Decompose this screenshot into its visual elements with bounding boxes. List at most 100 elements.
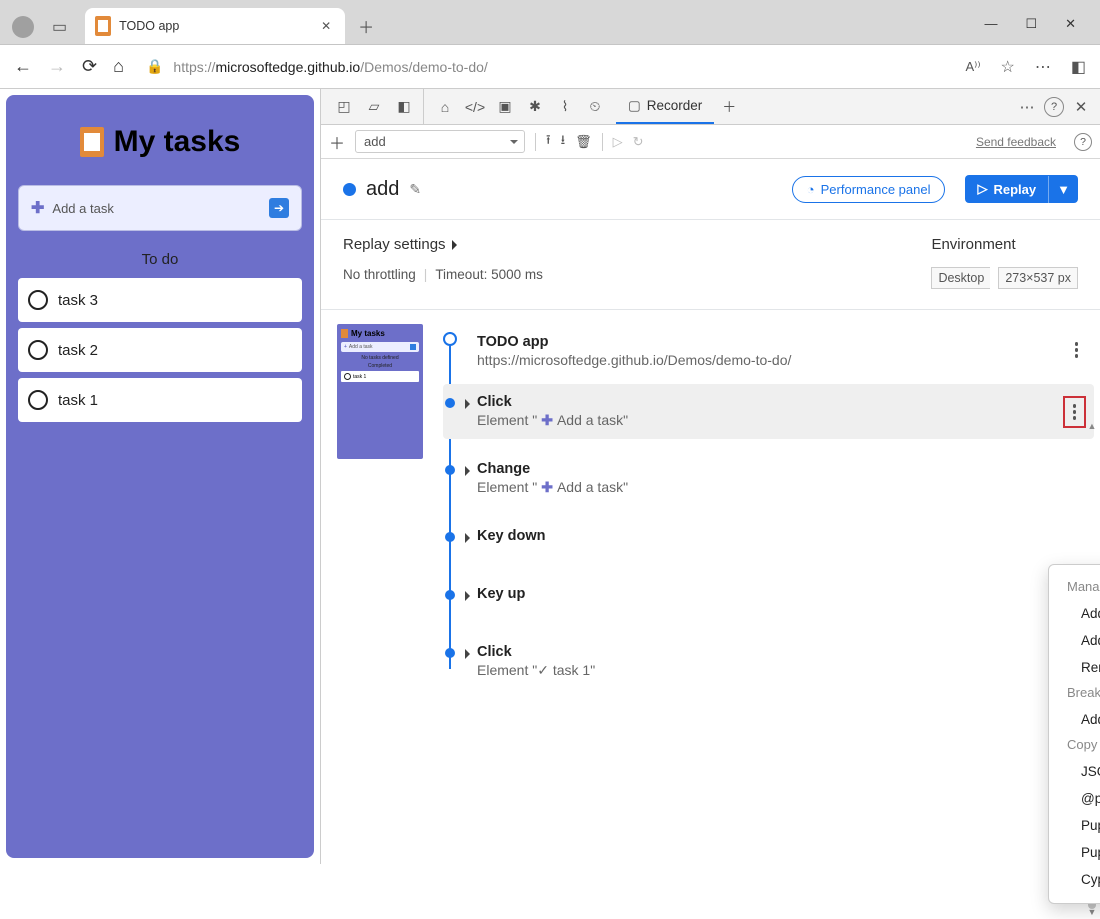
step-menu-button[interactable] <box>1063 396 1087 428</box>
read-aloud-icon[interactable]: A⁾⁾ <box>965 59 980 75</box>
forward-button: → <box>48 56 66 77</box>
help-icon[interactable]: ? <box>1044 97 1064 117</box>
clipboard-icon <box>95 16 111 36</box>
step-button[interactable]: ↻ <box>633 134 644 150</box>
page-viewport: My tasks ✚ Add a task ➔ To do task 3 tas… <box>0 89 320 864</box>
devtools-tabbar: ◰ ▱ ◧ ⌂ </> ▣ ✱ ⌇ ⏲ ▢ Recorder ＋ ⋯ ? ✕ <box>321 89 1100 125</box>
send-feedback-link[interactable]: Send feedback <box>976 135 1056 149</box>
inspect-icon[interactable]: ◰ <box>331 94 357 120</box>
browser-toolbar: ← → ⟳ ⌂ 🔒 https://microsoftedge.github.i… <box>0 45 1100 89</box>
task-item[interactable]: task 1 <box>18 378 302 422</box>
profile-avatar[interactable] <box>12 16 34 38</box>
chevron-right-icon <box>452 240 462 250</box>
delete-button[interactable]: 🗑 <box>575 134 592 150</box>
close-devtools-button[interactable]: ✕ <box>1066 92 1096 122</box>
task-checkbox[interactable] <box>28 290 48 310</box>
add-task-input[interactable]: ✚ Add a task ➔ <box>18 185 302 231</box>
environment-label: Environment <box>931 236 1078 253</box>
camera-icon: ▢ <box>628 98 641 114</box>
export-button[interactable]: ⭳ <box>561 131 566 153</box>
add-tab-button[interactable]: ＋ <box>716 94 742 120</box>
menu-copy-json[interactable]: JSON <box>1049 758 1100 785</box>
app-title: My tasks <box>18 125 302 159</box>
step-menu-button[interactable] <box>1067 336 1087 364</box>
menu-add-step-after[interactable]: Add step after <box>1049 627 1100 654</box>
step-click[interactable]: Click Element "✚Add a task" <box>443 384 1094 439</box>
menu-remove-step[interactable]: Remove step <box>1049 654 1100 681</box>
tab-title: TODO app <box>119 19 309 33</box>
menu-copy-puppeteer-lh[interactable]: Puppeteer (including Lighthouse analysis… <box>1049 839 1100 866</box>
menu-copy-puppeteer[interactable]: Puppeteer <box>1049 812 1100 839</box>
elements-tab-icon[interactable]: </> <box>462 94 488 120</box>
lock-icon[interactable]: 🔒 <box>146 58 163 75</box>
menu-copy-puppeteer-replay[interactable]: @puppeteer/replay <box>1049 785 1100 812</box>
welcome-tab-icon[interactable]: ⌂ <box>432 94 458 120</box>
close-window-button[interactable]: ✕ <box>1065 16 1076 32</box>
menu-add-step-before[interactable]: Add step before <box>1049 600 1100 627</box>
menu-icon[interactable]: ⋯ <box>1035 57 1051 77</box>
devtools-panel: ◰ ▱ ◧ ⌂ </> ▣ ✱ ⌇ ⏲ ▢ Recorder ＋ ⋯ ? ✕ <box>320 89 1100 864</box>
step-keyup[interactable]: Key up <box>443 576 1094 612</box>
recorder-toolbar: ＋ add ⭱ ⭳ 🗑 ▷ ↻ Send feedback ? <box>321 125 1100 159</box>
menu-section-header: Copy as <box>1049 733 1100 758</box>
step-click[interactable]: Click Element "✓ task 1" <box>443 634 1094 689</box>
refresh-button[interactable]: ⟳ <box>82 56 97 77</box>
submit-task-button[interactable]: ➔ <box>269 198 289 218</box>
new-tab-button[interactable]: ＋ <box>351 11 381 41</box>
back-button[interactable]: ← <box>14 56 32 77</box>
collections-icon[interactable]: ▭ <box>52 17 67 37</box>
step-context-menu: Manage steps Add step before Add step af… <box>1048 564 1100 904</box>
env-size: 273×537 px <box>998 267 1078 289</box>
todo-app: My tasks ✚ Add a task ➔ To do task 3 tas… <box>6 95 314 858</box>
menu-copy-cypress[interactable]: Cypress Test <box>1049 866 1100 893</box>
recording-select[interactable]: add <box>355 130 525 153</box>
step-change[interactable]: Change Element "✚Add a task" <box>443 451 1094 506</box>
device-toggle-icon[interactable]: ▱ <box>361 94 387 120</box>
step-keydown[interactable]: Key down <box>443 518 1094 554</box>
edit-name-button[interactable]: ✎ <box>409 181 421 198</box>
maximize-button[interactable]: ☐ <box>1025 16 1037 32</box>
network-tab-icon[interactable]: ⌇ <box>552 94 578 120</box>
replay-button[interactable]: ▷Replay ▼ <box>965 175 1078 203</box>
recording-indicator-icon <box>343 183 356 196</box>
recording-timeline: My tasks Add a task No tasks defined Com… <box>321 310 1100 864</box>
step-thumbnail: My tasks Add a task No tasks defined Com… <box>337 324 423 689</box>
tab-recorder[interactable]: ▢ Recorder <box>616 89 714 124</box>
dock-icon[interactable]: ◧ <box>391 94 417 120</box>
console-tab-icon[interactable]: ▣ <box>492 94 518 120</box>
browser-tab[interactable]: TODO app ✕ <box>85 8 345 44</box>
address-bar[interactable]: 🔒 https://microsoftedge.github.io/Demos/… <box>140 58 950 75</box>
new-recording-button[interactable]: ＋ <box>329 130 345 154</box>
performance-tab-icon[interactable]: ⏲ <box>582 94 608 120</box>
window-controls: — ☐ ✕ <box>984 16 1100 44</box>
clipboard-icon <box>80 127 104 157</box>
home-button[interactable]: ⌂ <box>113 56 124 77</box>
menu-add-breakpoint[interactable]: Add breakpoint <box>1049 706 1100 733</box>
task-item[interactable]: task 3 <box>18 278 302 322</box>
menu-section-header: Manage steps <box>1049 575 1100 600</box>
recording-name: add <box>366 178 399 201</box>
play-button[interactable]: ▷ <box>613 134 623 150</box>
timeout-value: Timeout: 5000 ms <box>435 267 543 282</box>
task-checkbox[interactable] <box>28 390 48 410</box>
task-item[interactable]: task 2 <box>18 328 302 372</box>
close-tab-button[interactable]: ✕ <box>317 15 335 37</box>
add-task-placeholder: Add a task <box>52 201 113 216</box>
replay-options-dropdown[interactable]: ▼ <box>1048 176 1078 203</box>
minimize-button[interactable]: — <box>984 16 997 32</box>
section-todo-label: To do <box>18 251 302 268</box>
throttling-value: No throttling <box>343 267 416 282</box>
import-button[interactable]: ⭱ <box>546 131 551 153</box>
sidebar-toggle-icon[interactable]: ◧ <box>1071 57 1086 77</box>
favorite-icon[interactable]: ☆ <box>1001 57 1015 77</box>
recording-header: add ✎ ◔ Performance panel ▷Replay ▼ <box>321 159 1100 220</box>
more-tools-icon[interactable]: ⋯ <box>1012 92 1042 122</box>
sources-tab-icon[interactable]: ✱ <box>522 94 548 120</box>
env-device: Desktop <box>931 267 990 289</box>
performance-panel-button[interactable]: ◔ Performance panel <box>792 176 946 203</box>
gauge-icon: ◔ <box>807 182 815 197</box>
help-icon[interactable]: ? <box>1074 133 1092 151</box>
replay-settings-toggle[interactable]: Replay settings <box>343 236 543 253</box>
step-navigate[interactable]: TODO app https://microsoftedge.github.io… <box>443 324 1094 378</box>
task-checkbox[interactable] <box>28 340 48 360</box>
